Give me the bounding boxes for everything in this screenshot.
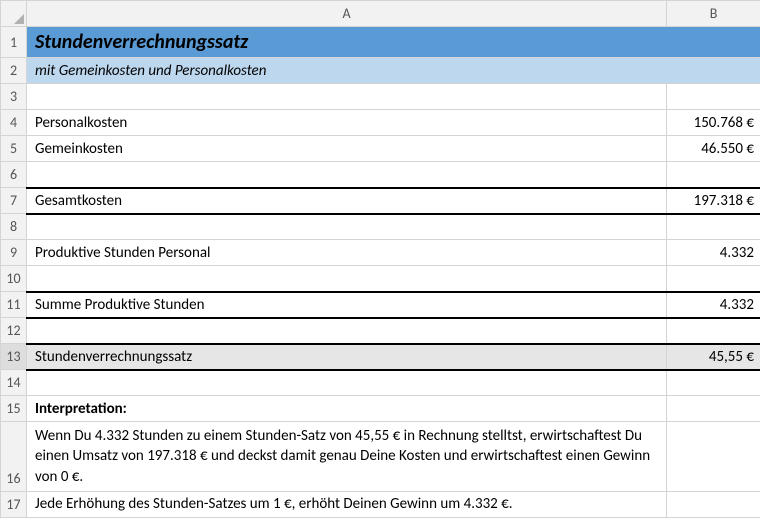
cell-B15[interactable] [667,396,760,422]
row-header-6[interactable]: 6 [1,162,27,188]
column-header-row: A B [1,1,760,27]
cell-A14[interactable] [27,370,667,396]
cell-A9[interactable]: Produktive Stunden Personal [27,240,667,266]
cell-B6[interactable] [667,162,760,188]
row-header-17[interactable]: 17 [1,491,27,517]
row-14: 14 [1,370,760,396]
cell-B8[interactable] [667,214,760,240]
row-12: 12 [1,318,760,344]
row-header-8[interactable]: 8 [1,214,27,240]
cell-B4[interactable]: 150.768 € [667,110,760,136]
row-3: 3 [1,84,760,110]
row-17: 17 Jede Erhöhung des Stunden-Satzes um 1… [1,491,760,517]
row-11: 11 Summe Produktive Stunden 4.332 [1,292,760,318]
cell-A15[interactable]: Interpretation: [27,396,667,422]
row-header-9[interactable]: 9 [1,240,27,266]
row-13: 13 Stundenverrechnungssatz 45,55 € [1,344,760,370]
cell-B10[interactable] [667,266,760,292]
cell-B17[interactable] [667,491,760,517]
row-header-14[interactable]: 14 [1,370,27,396]
row-header-7[interactable]: 7 [1,188,27,214]
cell-A11[interactable]: Summe Produktive Stunden [27,292,667,318]
row-2: 2 mit Gemeinkosten und Personalkosten [1,58,760,84]
cell-B13[interactable]: 45,55 € [667,344,760,370]
cell-B7[interactable]: 197.318 € [667,188,760,214]
row-header-3[interactable]: 3 [1,84,27,110]
cell-A16[interactable]: Wenn Du 4.332 Stunden zu einem Stunden-S… [27,422,667,492]
cell-B9[interactable]: 4.332 [667,240,760,266]
row-header-4[interactable]: 4 [1,110,27,136]
row-16: 16 Wenn Du 4.332 Stunden zu einem Stunde… [1,422,760,492]
cell-A17[interactable]: Jede Erhöhung des Stunden-Satzes um 1 €,… [27,491,667,517]
row-1: 1 Stundenverrechnungssatz [1,27,760,58]
cell-A6[interactable] [27,162,667,188]
row-header-16[interactable]: 16 [1,422,27,492]
cell-B11[interactable]: 4.332 [667,292,760,318]
row-header-12[interactable]: 12 [1,318,27,344]
column-header-b[interactable]: B [667,1,760,27]
row-header-11[interactable]: 11 [1,292,27,318]
cell-A7[interactable]: Gesamtkosten [27,188,667,214]
spreadsheet: A B 1 Stundenverrechnungssatz 2 mit Geme… [0,0,760,518]
row-header-10[interactable]: 10 [1,266,27,292]
select-all-corner[interactable] [1,1,27,27]
cell-A3[interactable] [27,84,667,110]
cell-A13[interactable]: Stundenverrechnungssatz [27,344,667,370]
cell-A5[interactable]: Gemeinkosten [27,136,667,162]
cell-A4[interactable]: Personalkosten [27,110,667,136]
cell-A12[interactable] [27,318,667,344]
row-4: 4 Personalkosten 150.768 € [1,110,760,136]
row-header-15[interactable]: 15 [1,396,27,422]
row-10: 10 [1,266,760,292]
row-header-13[interactable]: 13 [1,344,27,370]
row-header-5[interactable]: 5 [1,136,27,162]
row-header-2[interactable]: 2 [1,58,27,84]
row-5: 5 Gemeinkosten 46.550 € [1,136,760,162]
row-header-1[interactable]: 1 [1,27,27,58]
row-6: 6 [1,162,760,188]
row-9: 9 Produktive Stunden Personal 4.332 [1,240,760,266]
cell-A8[interactable] [27,214,667,240]
cell-B5[interactable]: 46.550 € [667,136,760,162]
cell-A10[interactable] [27,266,667,292]
cell-B16[interactable] [667,422,760,492]
cell-A2[interactable]: mit Gemeinkosten und Personalkosten [27,58,760,84]
row-8: 8 [1,214,760,240]
row-15: 15 Interpretation: [1,396,760,422]
cell-B14[interactable] [667,370,760,396]
cell-B3[interactable] [667,84,760,110]
cell-A1[interactable]: Stundenverrechnungssatz [27,27,760,58]
row-7: 7 Gesamtkosten 197.318 € [1,188,760,214]
cell-B12[interactable] [667,318,760,344]
column-header-a[interactable]: A [27,1,667,27]
